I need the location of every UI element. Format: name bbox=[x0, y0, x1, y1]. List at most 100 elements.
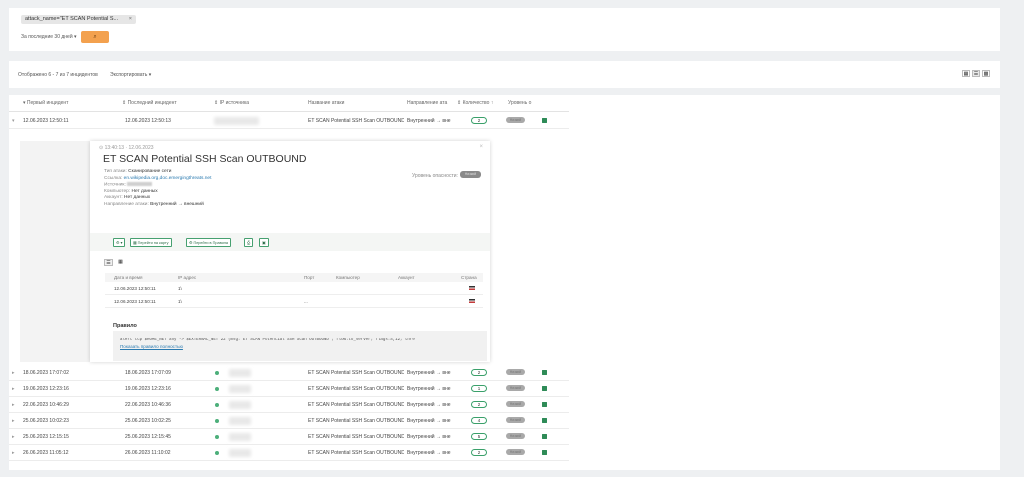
grid-view-icon[interactable]: ▦ bbox=[962, 70, 970, 77]
table-row[interactable]: ▸ 26.06.2023 11:05:12 26.06.2023 11:10:0… bbox=[9, 446, 569, 461]
country-flag-icon bbox=[469, 286, 475, 290]
table-row[interactable]: ▸ 19.06.2023 12:23:16 19.06.2023 12:23:1… bbox=[9, 382, 569, 397]
count-badge: 2 bbox=[471, 401, 487, 408]
field-type: Тип атаки: Сканирование сети bbox=[104, 169, 172, 174]
detail-toolbar: ⚙ ▾ ▦ Перейти на карту ⚙ Перейти в Прави… bbox=[90, 233, 490, 251]
redacted-ip bbox=[229, 449, 251, 457]
table-row[interactable]: ▸ 25.06.2023 12:15:15 25.06.2023 12:15:4… bbox=[9, 430, 569, 445]
count-badge: 4 bbox=[471, 417, 487, 424]
column-header-attack-name[interactable]: Название атаки bbox=[308, 100, 344, 106]
column-header-direction[interactable]: Направление ата bbox=[407, 100, 447, 106]
field-direction: Направление атаки: Внутренний → внешний bbox=[104, 201, 204, 207]
column-header-count[interactable]: ⇕ Количество ↑ bbox=[457, 100, 493, 106]
rule-code: alert tcp $HOME_NET any -> $EXTERNAL_NET… bbox=[120, 338, 415, 342]
sub-view-toggle: ☰ ▦ bbox=[104, 259, 125, 266]
period-dropdown[interactable]: За последние 30 дней ▾ bbox=[21, 34, 77, 40]
go-to-rules-button[interactable]: ⚙ Перейти в Правила bbox=[186, 238, 232, 247]
level-badge: Низкий bbox=[506, 417, 525, 423]
table-row[interactable]: ▾ 12.06.2023 12:50:11 12.06.2023 12:50:1… bbox=[9, 114, 569, 129]
column-header-level[interactable]: Уровень о bbox=[508, 100, 531, 106]
flag-icon[interactable] bbox=[542, 118, 547, 123]
expanded-row-gutter bbox=[20, 141, 90, 362]
header-divider bbox=[9, 111, 569, 112]
detail-title: ET SCAN Potential SSH Scan OUTBOUND bbox=[103, 153, 307, 165]
severity-badge: Низкий bbox=[460, 171, 481, 178]
list-view-icon[interactable]: ☰ bbox=[104, 259, 113, 266]
flag-icon[interactable] bbox=[542, 370, 547, 375]
filter-panel: attack_name="ET SCAN Potential S... × За… bbox=[9, 8, 1000, 51]
severity-label: Уровень опасности: bbox=[412, 173, 458, 179]
flag-icon[interactable] bbox=[542, 402, 547, 407]
show-full-rule-link[interactable]: Показать правило полностью bbox=[120, 344, 480, 349]
table-row[interactable]: ▸ 18.06.2023 17:07:02 18.06.2023 17:07:0… bbox=[9, 366, 569, 381]
field-account: Аккаунт: Нет данных bbox=[104, 195, 151, 201]
chevron-down-icon[interactable]: ▾ bbox=[12, 118, 15, 124]
print-button[interactable]: ⎙ bbox=[244, 238, 254, 247]
status-dot bbox=[215, 387, 219, 391]
chevron-right-icon[interactable]: ▸ bbox=[12, 418, 15, 424]
count-badge: 1 bbox=[471, 385, 487, 392]
filter-chip[interactable]: attack_name="ET SCAN Potential S... × bbox=[21, 15, 136, 24]
status-dot bbox=[215, 371, 219, 375]
flag-icon[interactable] bbox=[542, 434, 547, 439]
close-icon[interactable]: × bbox=[479, 144, 483, 150]
chevron-right-icon[interactable]: ▸ bbox=[12, 450, 15, 456]
status-dot bbox=[215, 435, 219, 439]
cell-last: 12.06.2023 12:50:13 bbox=[125, 118, 171, 124]
rule-box: alert tcp $HOME_NET any -> $EXTERNAL_NET… bbox=[113, 331, 487, 361]
events-table-row: 12.06.2023 12:50:11 1\ ... bbox=[105, 295, 483, 308]
field-network: Источник: bbox=[104, 182, 211, 189]
chevron-right-icon[interactable]: ▸ bbox=[12, 370, 15, 376]
view-switcher: ▦ ☰ ▩ bbox=[962, 70, 990, 77]
go-to-map-button[interactable]: ▦ Перейти на карту bbox=[130, 238, 172, 247]
rule-section-title: Правило bbox=[113, 323, 137, 329]
level-badge: Низкий bbox=[506, 401, 525, 407]
column-header-source-ip[interactable]: ⇕ IP источника bbox=[214, 100, 249, 106]
flag-icon[interactable] bbox=[542, 418, 547, 423]
source-link[interactable]: en.wikipedia.org,doc.emergingthreats.net bbox=[124, 176, 212, 181]
events-table: Дата и время IP адрес Порт Компьютер Акк… bbox=[105, 273, 483, 308]
search-button[interactable]: ⌕ bbox=[81, 31, 109, 43]
redacted-ip bbox=[214, 117, 259, 125]
search-icon: ⌕ bbox=[93, 34, 97, 40]
compact-view-icon[interactable]: ▩ bbox=[982, 70, 990, 77]
events-table-header: Дата и время IP адрес Порт Компьютер Акк… bbox=[105, 273, 483, 282]
count-badge: 2 bbox=[471, 117, 487, 124]
period-label: За последние 30 дней bbox=[21, 34, 73, 40]
count-badge: 5 bbox=[471, 433, 487, 440]
save-button[interactable]: ▣ bbox=[259, 238, 269, 247]
results-bar: Отображено 6 - 7 из 7 инцидентов Экспорт… bbox=[9, 61, 1000, 88]
redacted-ip bbox=[229, 433, 251, 441]
chevron-right-icon[interactable]: ▸ bbox=[12, 434, 15, 440]
column-header-first[interactable]: ▾ Первый инцидент bbox=[23, 100, 68, 106]
level-badge: Низкий bbox=[506, 369, 525, 375]
detail-timestamp: ⊙ 13:40:13 · 12.06.2023 bbox=[99, 145, 154, 151]
flag-icon[interactable] bbox=[542, 450, 547, 455]
status-dot bbox=[215, 451, 219, 455]
status-dot bbox=[215, 403, 219, 407]
count-badge: 2 bbox=[471, 369, 487, 376]
redacted-ip bbox=[229, 385, 251, 393]
cell-attack-name: ET SCAN Potential SSH Scan OUTBOUND bbox=[308, 118, 404, 124]
table-row[interactable]: ▸ 25.06.2023 10:02:23 25.06.2023 10:02:2… bbox=[9, 414, 569, 429]
chevron-right-icon[interactable]: ▸ bbox=[12, 402, 15, 408]
level-badge: Низкий bbox=[506, 385, 525, 391]
table-row[interactable]: ▸ 22.06.2023 10:46:29 22.06.2023 10:46:3… bbox=[9, 398, 569, 413]
export-dropdown[interactable]: Экспортировать ▾ bbox=[110, 72, 151, 78]
flag-icon[interactable] bbox=[542, 386, 547, 391]
status-dot bbox=[215, 419, 219, 423]
actions-menu-button[interactable]: ⚙ ▾ bbox=[113, 238, 126, 247]
events-table-row: 12.06.2023 12:50:11 1\ bbox=[105, 282, 483, 295]
list-view-icon[interactable]: ☰ bbox=[972, 70, 980, 77]
redacted-ip bbox=[229, 369, 251, 377]
redacted-ip bbox=[229, 401, 251, 409]
level-badge: Низкий bbox=[506, 449, 525, 455]
close-icon[interactable]: × bbox=[129, 15, 132, 24]
chevron-down-icon: ▾ bbox=[74, 34, 77, 40]
level-badge: Низкий bbox=[506, 433, 525, 439]
chevron-right-icon[interactable]: ▸ bbox=[12, 386, 15, 392]
grid-view-icon[interactable]: ▦ bbox=[116, 259, 125, 266]
results-count: Отображено 6 - 7 из 7 инцидентов bbox=[18, 72, 98, 78]
column-header-last[interactable]: ⇕ Последний инцидент bbox=[122, 100, 177, 106]
country-flag-icon bbox=[469, 299, 475, 303]
